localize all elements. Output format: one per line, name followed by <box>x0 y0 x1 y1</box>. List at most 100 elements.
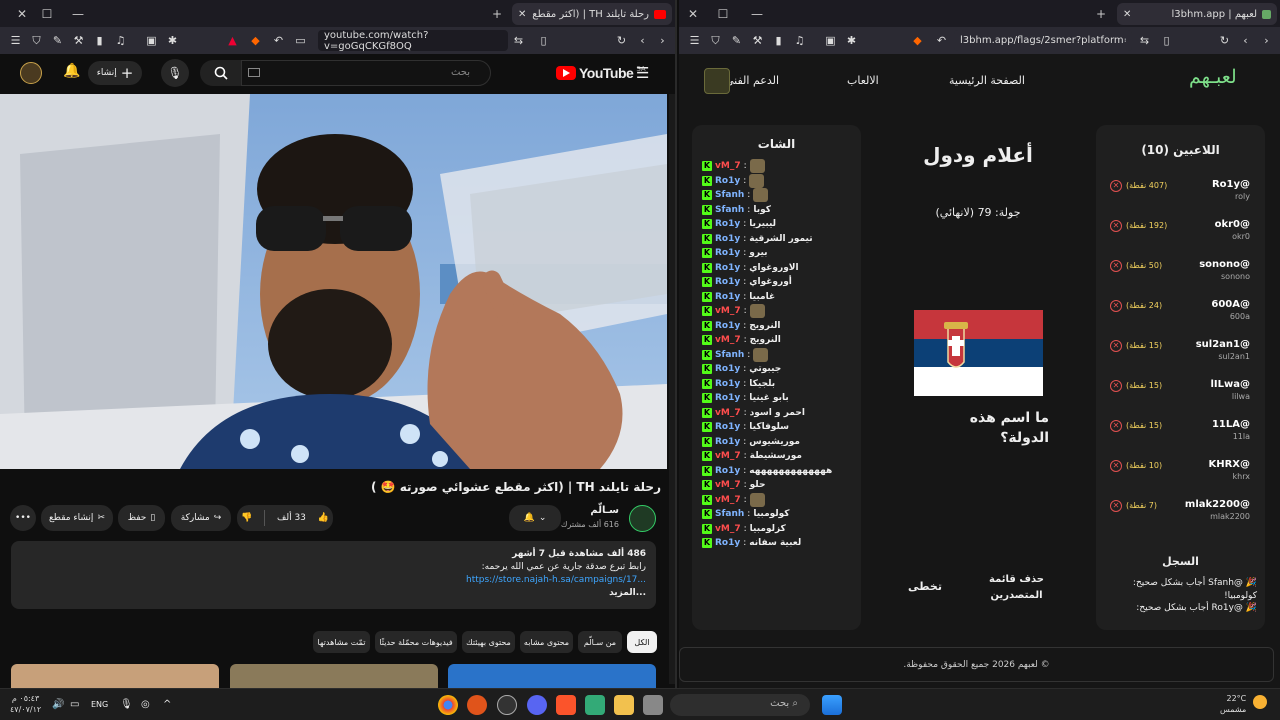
store-icon[interactable] <box>585 695 605 715</box>
language-indicator[interactable]: ENG <box>91 700 108 709</box>
clock[interactable]: ٠٥:٤٣ م ٤٧/٠٧/١٢ <box>10 693 41 715</box>
remove-player-icon[interactable]: ✕ <box>1110 420 1122 432</box>
back-icon[interactable]: ‹ <box>632 30 653 51</box>
new-tab-icon[interactable]: + <box>1089 7 1113 21</box>
tab-l3bhm[interactable]: لعبهم | l3bhm.app ✕ <box>1117 3 1277 25</box>
remove-player-icon[interactable]: ✕ <box>1110 500 1122 512</box>
hamburger-menu-icon[interactable]: ☰ <box>636 64 649 82</box>
minimize-window-icon[interactable]: — <box>745 7 769 21</box>
reload-icon[interactable]: ↻ <box>611 30 632 51</box>
remove-player-icon[interactable]: ✕ <box>1110 300 1122 312</box>
close-window-icon[interactable]: ✕ <box>10 7 34 21</box>
taskbar-search[interactable]: ⌕ بحث <box>670 694 810 716</box>
save-button[interactable]: ▯ حفظ <box>118 505 165 531</box>
tab-close-icon[interactable]: ✕ <box>1123 9 1131 20</box>
channel-name[interactable]: سـالّم <box>590 505 619 516</box>
forward-icon[interactable]: › <box>652 30 673 51</box>
music-icon[interactable]: ♫ <box>789 30 810 51</box>
site-settings-icon[interactable]: ⇆ <box>508 30 529 51</box>
site-logo[interactable]: لعبـهم <box>1189 66 1237 88</box>
menu-icon[interactable]: ☰ <box>684 30 705 51</box>
remove-player-icon[interactable]: ✕ <box>1110 340 1122 352</box>
chip-channel[interactable]: من سـالّم <box>578 631 622 653</box>
thumbnail-2[interactable] <box>230 664 438 688</box>
tools-icon[interactable]: ⚒ <box>747 30 768 51</box>
youtube-logo[interactable]: YouTube SA <box>556 65 646 81</box>
app-icon-orange[interactable] <box>467 695 487 715</box>
tab-close-icon[interactable]: ✕ <box>518 9 526 20</box>
scrollbar[interactable] <box>669 94 675 684</box>
volume-icon[interactable]: 🔊 <box>52 699 64 710</box>
skip-button[interactable]: تخطى <box>905 580 945 593</box>
history-icon[interactable]: ↶ <box>268 30 289 51</box>
history-icon[interactable]: ↶ <box>931 30 952 51</box>
screenshot-icon[interactable]: ▣ <box>820 30 841 51</box>
headset-icon[interactable]: ◎ <box>141 699 150 710</box>
remove-player-icon[interactable]: ✕ <box>1110 380 1122 392</box>
remove-player-icon[interactable]: ✕ <box>1110 460 1122 472</box>
brave-shield-icon[interactable]: ◆ <box>907 30 928 51</box>
remove-player-icon[interactable]: ✕ <box>1110 260 1122 272</box>
chip-your-style[interactable]: محتوى بهيئتك <box>462 631 515 653</box>
user-avatar[interactable] <box>704 68 730 94</box>
more-actions-button[interactable]: ••• <box>10 505 36 531</box>
create-button[interactable]: + إنشاء <box>88 61 142 85</box>
page-icon[interactable]: ▭ <box>290 30 311 51</box>
tray-expand-icon[interactable]: ^ <box>163 699 171 710</box>
video-description[interactable]: 486 ألف مشاهدة قبل 7 أشهر رابط تبرع صدقة… <box>11 541 656 609</box>
address-bar-left[interactable]: youtube.com/watch?v=goGqCKGf8OQ <box>318 30 508 52</box>
app-icon-circle[interactable] <box>497 695 517 715</box>
avatar[interactable] <box>20 62 42 84</box>
chip-similar[interactable]: محتوى مشابه <box>520 631 573 653</box>
notifications-icon[interactable]: 🔔 <box>63 63 80 79</box>
share-button[interactable]: ↪ مشاركة <box>171 505 231 531</box>
menu-icon[interactable]: ☰ <box>5 30 26 51</box>
maximize-window-icon[interactable]: ☐ <box>35 7 59 21</box>
bookmark-icon[interactable]: ▯ <box>1156 30 1177 51</box>
tools-icon[interactable]: ⚒ <box>68 30 89 51</box>
thumbnail-1[interactable] <box>11 664 219 688</box>
puzzle-icon[interactable]: ✱ <box>841 30 862 51</box>
maximize-window-icon[interactable]: ☐ <box>711 7 735 21</box>
chip-recent[interactable]: فيديوهات محمّلة حديثًا <box>375 631 457 653</box>
file-explorer-icon[interactable] <box>614 695 634 715</box>
brave-icon[interactable] <box>556 695 576 715</box>
taskview-icon[interactable] <box>643 695 663 715</box>
show-more-link[interactable]: ...المزيد <box>21 587 646 600</box>
new-tab-icon[interactable]: + <box>485 7 509 21</box>
address-bar-right[interactable]: l3bhm.app/flags/2smer?platform=kick <box>954 30 1132 51</box>
nav-home[interactable]: الصفحة الرئيسية <box>949 74 1025 87</box>
back-icon[interactable]: ‹ <box>1235 30 1256 51</box>
reload-icon[interactable]: ↻ <box>1214 30 1235 51</box>
video-player[interactable] <box>0 94 667 469</box>
brave-shield-icon[interactable]: ◆ <box>245 30 266 51</box>
remove-player-icon[interactable]: ✕ <box>1110 220 1122 232</box>
minimize-window-icon[interactable]: — <box>66 7 90 21</box>
search-button[interactable] <box>200 60 241 86</box>
weather-widget[interactable]: 22°C مشمس <box>1220 693 1246 715</box>
windows-start-icon[interactable] <box>822 695 842 715</box>
dislike-icon[interactable]: 👎 <box>241 513 252 523</box>
keyboard-icon[interactable] <box>248 68 260 77</box>
sidebar-icon[interactable]: ▮ <box>768 30 789 51</box>
extension-icon[interactable]: ✎ <box>47 30 68 51</box>
sidebar-icon[interactable]: ▮ <box>89 30 110 51</box>
clear-leaderboard-button[interactable]: حذف قائمة المتصدرين <box>979 572 1054 604</box>
bookmark-icon[interactable]: ▯ <box>533 30 554 51</box>
description-link[interactable]: https://store.najah-h.sa/campaigns/17... <box>21 574 646 587</box>
channel-avatar[interactable] <box>629 505 656 532</box>
tab-youtube[interactable]: رحلة تايلند TH | (اكثر مقطع عش... ✕ <box>512 3 672 25</box>
discord-icon[interactable] <box>527 695 547 715</box>
close-window-icon[interactable]: ✕ <box>681 7 705 21</box>
extension-icon[interactable]: ✎ <box>726 30 747 51</box>
thumbnail-3[interactable] <box>448 664 656 688</box>
forward-icon[interactable]: › <box>1256 30 1277 51</box>
shield-icon[interactable]: ⛉ <box>705 30 726 51</box>
remove-player-icon[interactable]: ✕ <box>1110 180 1122 192</box>
like-dislike-button[interactable]: 👍 33 ألف 👎 <box>237 505 333 531</box>
site-settings-icon[interactable]: ⇆ <box>1134 30 1155 51</box>
nav-support[interactable]: الدعم الفني <box>725 74 779 87</box>
like-icon[interactable]: 👍 <box>318 513 329 523</box>
clip-button[interactable]: ✂ إنشاء مقطع <box>41 505 113 531</box>
voice-search-button[interactable]: 🎙 <box>161 59 189 87</box>
